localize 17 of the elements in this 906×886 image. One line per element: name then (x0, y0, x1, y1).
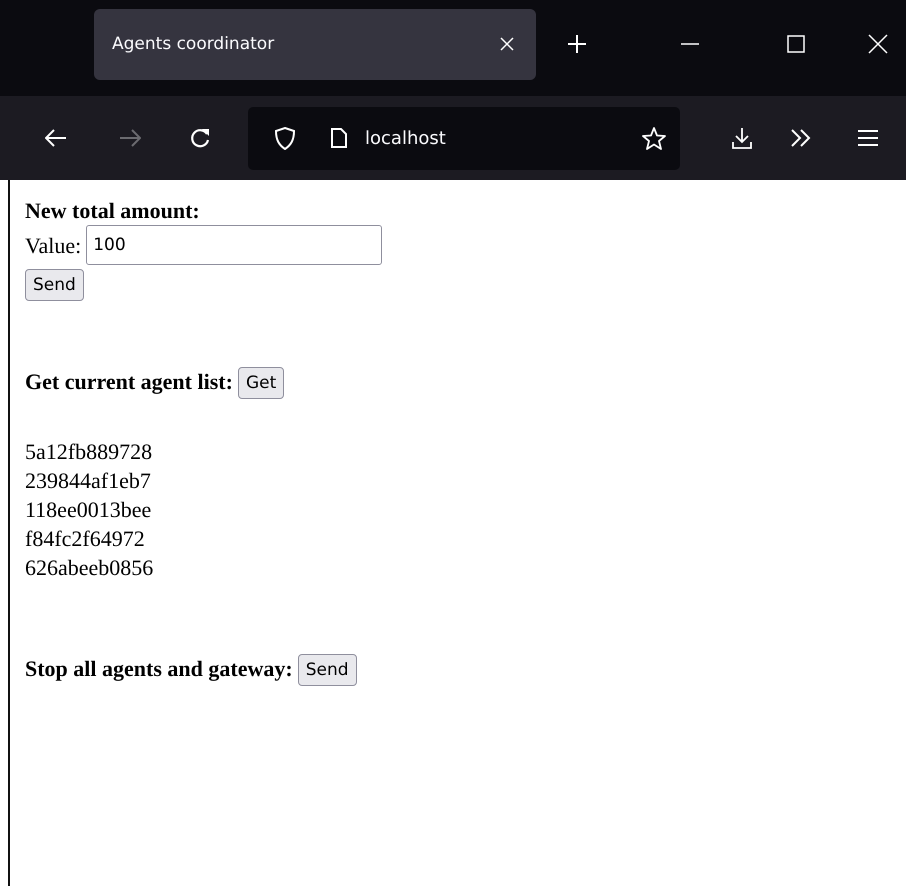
agent-id: f84fc2f64972 (25, 525, 146, 553)
stop-heading: Stop all agents and gateway: (25, 654, 293, 682)
address-text: localhost (365, 128, 447, 148)
agent-id: 626abeeb0856 (25, 554, 154, 582)
stop-send-button[interactable]: Send (298, 654, 357, 686)
agent-list-heading: Get current agent list: (25, 368, 233, 396)
browser-tab[interactable]: Agents coordinator (94, 8, 536, 80)
agent-id: 5a12fb889728 (25, 438, 154, 466)
value-input[interactable]: 100 (86, 225, 382, 265)
form-heading: New total amount: (25, 197, 201, 225)
tab-title: Agents coordinator (112, 34, 276, 54)
agent-id: 239844af1eb7 (25, 467, 152, 495)
value-label: Value: (25, 232, 82, 260)
agent-id: 118ee0013bee (25, 496, 152, 524)
address-bar[interactable]: localhost (248, 106, 680, 170)
send-button[interactable]: Send (25, 269, 84, 301)
get-button[interactable]: Get (238, 367, 284, 399)
